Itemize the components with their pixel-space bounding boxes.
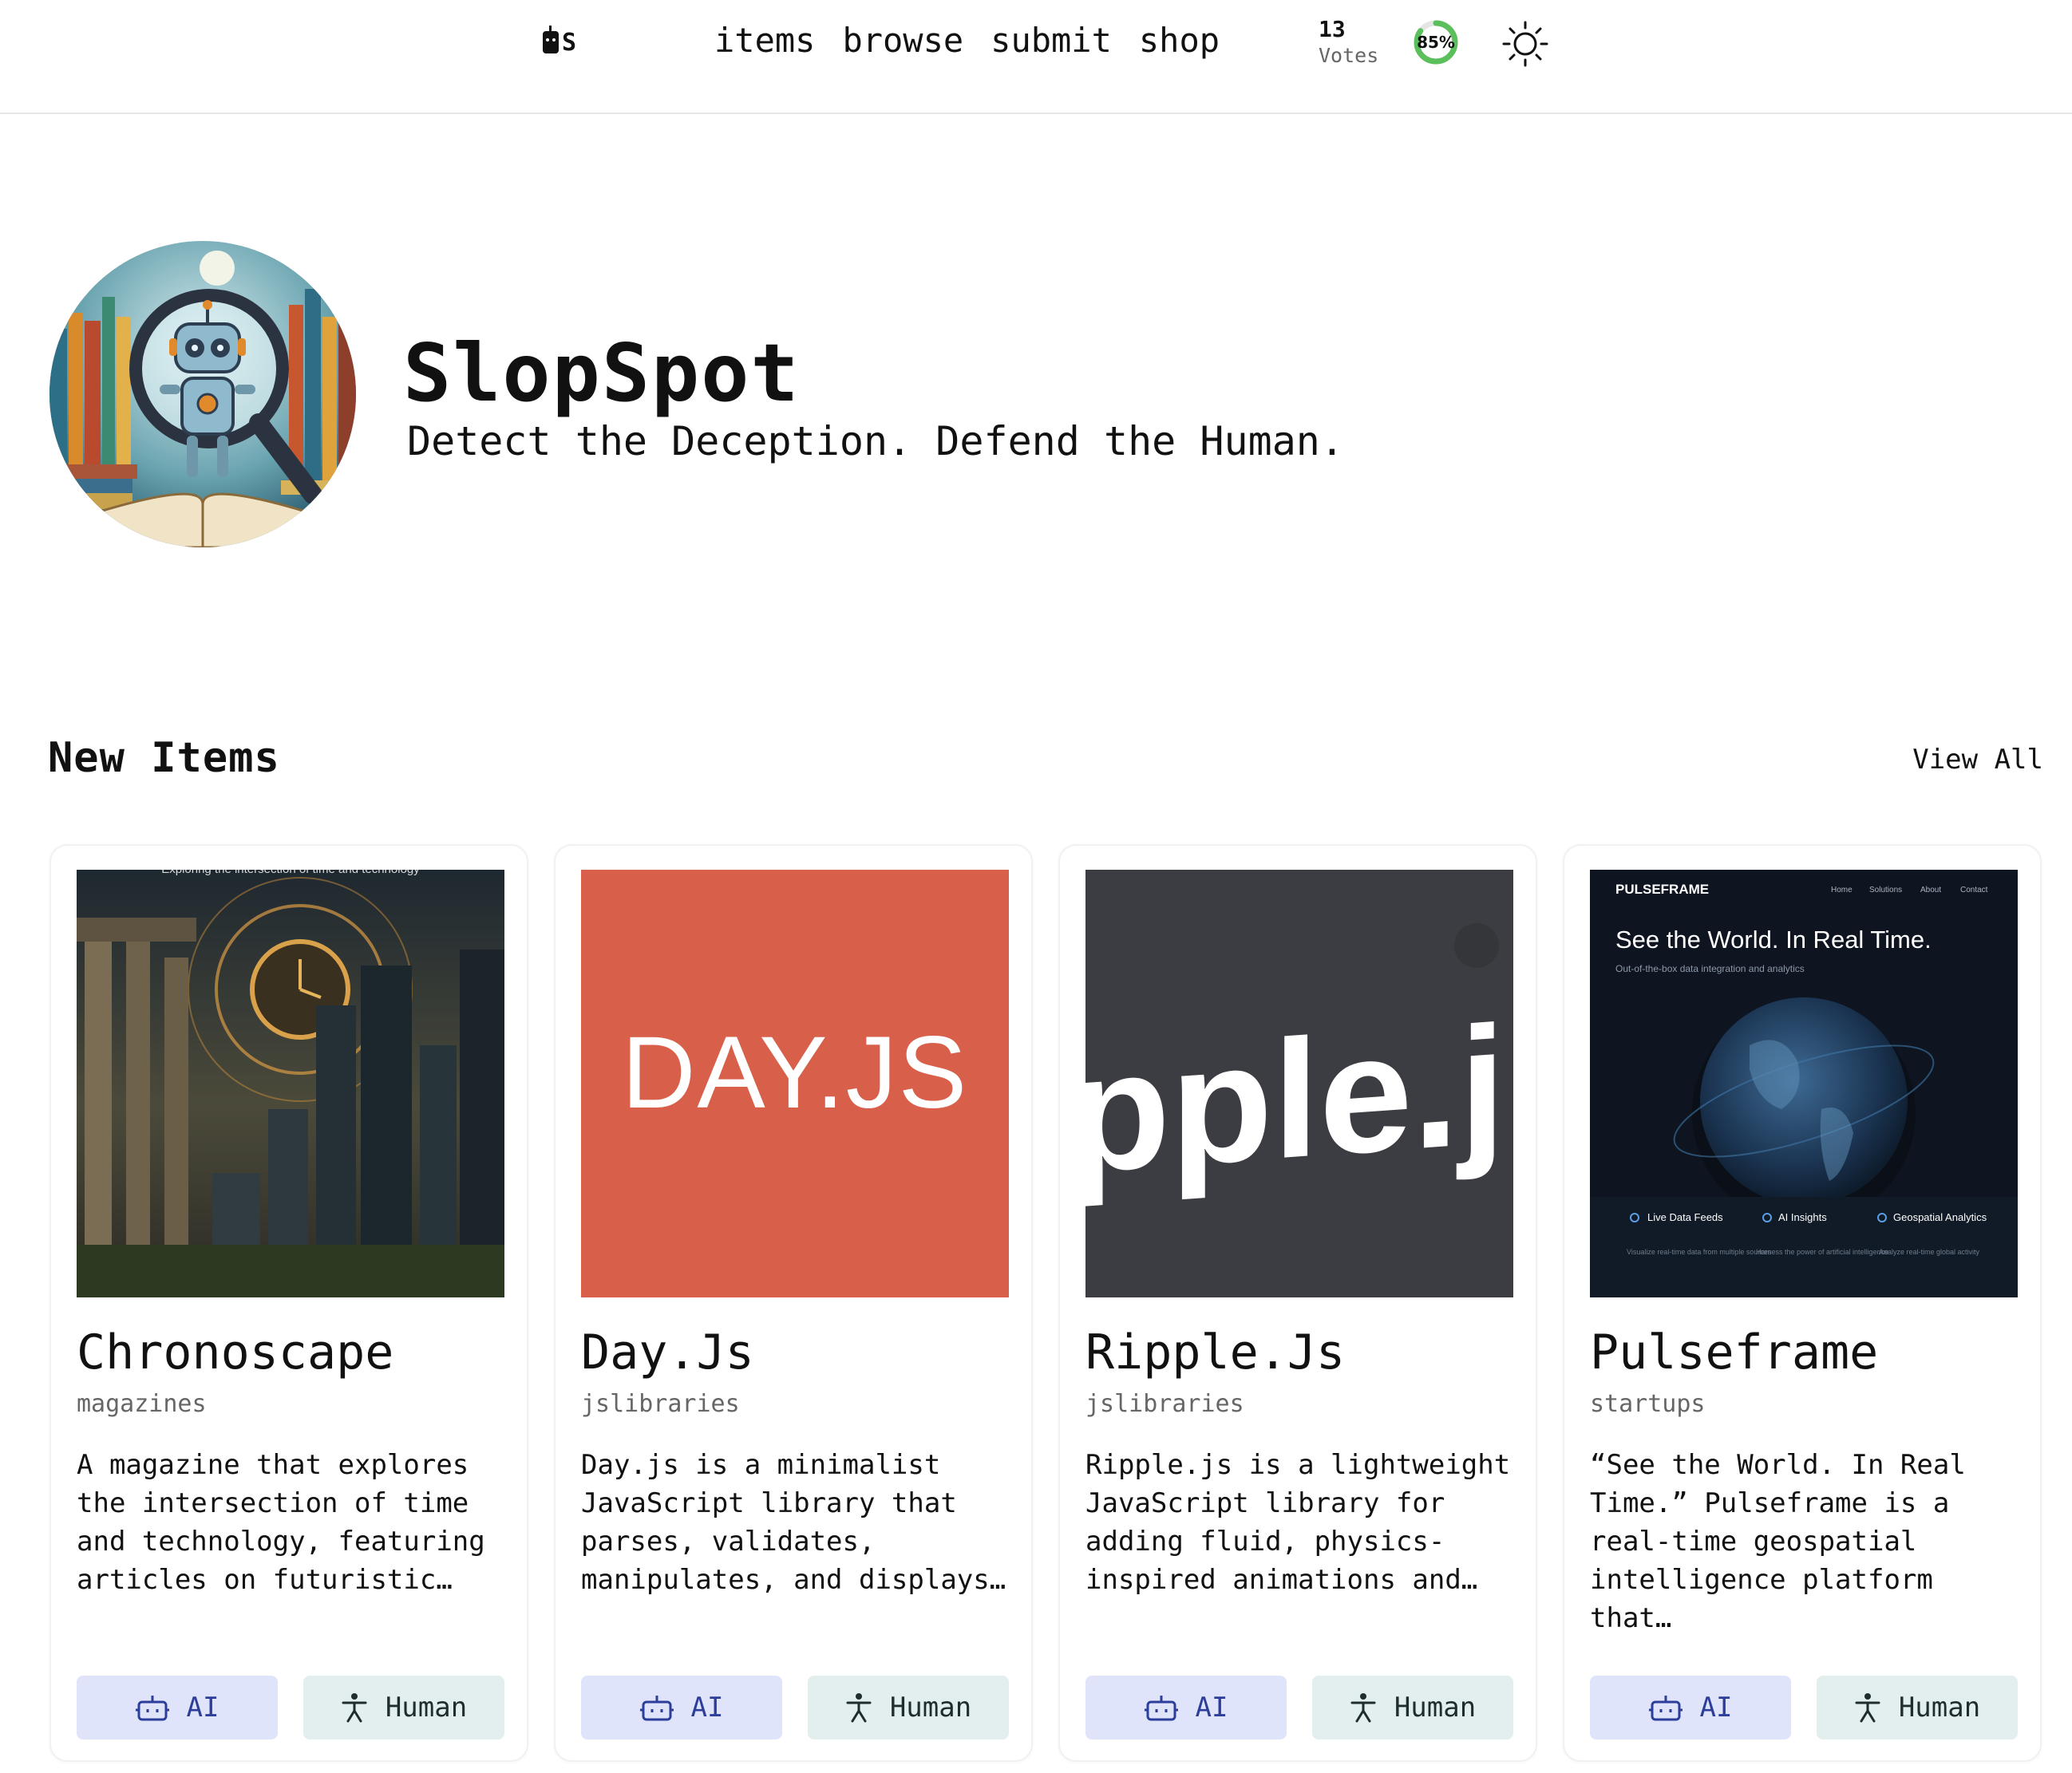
- item-description: Ripple.js is a lightweight JavaScript li…: [1085, 1449, 1511, 1596]
- accuracy-percent: 85%: [1417, 33, 1455, 52]
- view-all-link[interactable]: View All: [1912, 744, 2043, 776]
- item-description: “See the World. In Real Time.” Pulsefram…: [1590, 1449, 1966, 1634]
- vote-ai-label: AI: [186, 1692, 219, 1724]
- nav-items[interactable]: items: [714, 21, 815, 60]
- pulseframe-feature-1-text: Visualize real-time data from multiple s…: [1627, 1248, 1772, 1256]
- nav-shop[interactable]: shop: [1139, 21, 1220, 60]
- pulseframe-subline: Out-of-the-box data integration and anal…: [1615, 963, 1805, 974]
- vote-ai-button[interactable]: AI: [581, 1676, 782, 1739]
- item-category[interactable]: jslibraries: [1085, 1390, 1244, 1418]
- item-description: A magazine that explores the intersectio…: [77, 1449, 485, 1596]
- vote-ai-label: AI: [1699, 1692, 1733, 1724]
- vote-human-label: Human: [385, 1692, 468, 1724]
- robot-logo-icon: [543, 26, 559, 53]
- person-icon: [846, 1693, 872, 1723]
- vote-ai-label: AI: [1195, 1692, 1228, 1724]
- vote-ai-button[interactable]: AI: [77, 1676, 278, 1739]
- item-thumbnail: pple.j: [1085, 870, 1513, 1297]
- vote-ai-label: AI: [690, 1692, 724, 1724]
- vote-human-button[interactable]: Human: [1817, 1676, 2018, 1739]
- vote-human-button[interactable]: Human: [808, 1676, 1009, 1739]
- item-card[interactable]: PULSEFRAME Home Solutions About Contact …: [1563, 844, 2042, 1762]
- pulseframe-feature-2-title: AI Insights: [1778, 1211, 1827, 1223]
- site-tagline: Detect the Deception. Defend the Human.: [407, 418, 1344, 464]
- pulseframe-nav-solutions: Solutions: [1869, 886, 1902, 894]
- pulseframe-headline: See the World. In Real Time.: [1615, 926, 1932, 954]
- pulseframe-nav-about: About: [1920, 886, 1941, 894]
- dayjs-logo-text: DAY.JS: [622, 1016, 968, 1130]
- item-thumbnail: Exploring the intersection of time and t…: [77, 870, 504, 1297]
- site-title: SlopSpot: [403, 326, 801, 420]
- pulseframe-nav-contact: Contact: [1960, 886, 1988, 894]
- item-description: Day.js is a minimalist JavaScript librar…: [581, 1449, 1006, 1596]
- vote-human-button[interactable]: Human: [1312, 1676, 1513, 1739]
- hero-robot-illustration: [49, 241, 356, 547]
- person-icon: [342, 1693, 367, 1723]
- pulseframe-feature-3-title: Geospatial Analytics: [1893, 1211, 1987, 1223]
- pulseframe-nav-home: Home: [1831, 886, 1853, 894]
- logo-text: S: [562, 28, 577, 57]
- vote-human-button[interactable]: Human: [303, 1676, 504, 1739]
- item-card[interactable]: pple.j Ripple.Js jslibraries Ripple.js i…: [1058, 844, 1537, 1762]
- vote-human-label: Human: [1394, 1692, 1477, 1724]
- votes-label: Votes: [1319, 44, 1379, 67]
- robot-icon: [639, 1696, 674, 1721]
- item-title[interactable]: Day.Js: [581, 1325, 754, 1380]
- theme-toggle-button[interactable]: [1501, 19, 1550, 69]
- item-category[interactable]: magazines: [77, 1390, 207, 1418]
- section-title: New Items: [48, 734, 280, 782]
- item-card[interactable]: Exploring the intersection of time and t…: [49, 844, 528, 1762]
- vote-ai-button[interactable]: AI: [1590, 1676, 1791, 1739]
- nav-submit[interactable]: submit: [991, 21, 1112, 60]
- robot-icon: [1144, 1696, 1178, 1721]
- vote-ai-button[interactable]: AI: [1085, 1676, 1287, 1739]
- item-thumbnail: DAY.JS: [581, 870, 1009, 1297]
- robot-icon: [1648, 1696, 1683, 1721]
- item-thumbnail: PULSEFRAME Home Solutions About Contact …: [1590, 870, 2018, 1297]
- thumb-caption: Exploring the intersection of time and t…: [161, 870, 420, 876]
- pulseframe-feature-3-text: Analyze real-time global activity: [1879, 1248, 1980, 1256]
- main-nav: items browse submit shop: [714, 21, 1220, 60]
- nav-browse[interactable]: browse: [842, 21, 963, 60]
- item-category[interactable]: jslibraries: [581, 1390, 740, 1418]
- item-title[interactable]: Ripple.Js: [1085, 1325, 1345, 1380]
- item-title[interactable]: Chronoscape: [77, 1325, 393, 1380]
- item-card[interactable]: DAY.JS Day.Js jslibraries Day.js is a mi…: [554, 844, 1033, 1762]
- item-title[interactable]: Pulseframe: [1590, 1325, 1878, 1380]
- pulseframe-brand: PULSEFRAME: [1615, 882, 1709, 897]
- vote-human-label: Human: [889, 1692, 972, 1724]
- votes-count: 13: [1319, 16, 1346, 42]
- pulseframe-feature-1-title: Live Data Feeds: [1647, 1211, 1723, 1223]
- ripple-logo-text: pple.j: [1085, 990, 1505, 1208]
- votes-counter: 13 Votes: [1319, 16, 1378, 67]
- item-category[interactable]: startups: [1590, 1390, 1706, 1418]
- person-icon: [1350, 1693, 1376, 1723]
- site-logo[interactable]: S: [543, 26, 576, 58]
- vote-human-label: Human: [1898, 1692, 1981, 1724]
- sun-icon: [1502, 21, 1548, 67]
- robot-icon: [135, 1696, 169, 1721]
- pulseframe-feature-2-text: Harness the power of artificial intellig…: [1756, 1248, 1888, 1256]
- top-header: S items browse submit shop 13 Votes 85%: [0, 0, 2072, 114]
- accuracy-ring: 85%: [1413, 19, 1459, 65]
- person-icon: [1855, 1693, 1880, 1723]
